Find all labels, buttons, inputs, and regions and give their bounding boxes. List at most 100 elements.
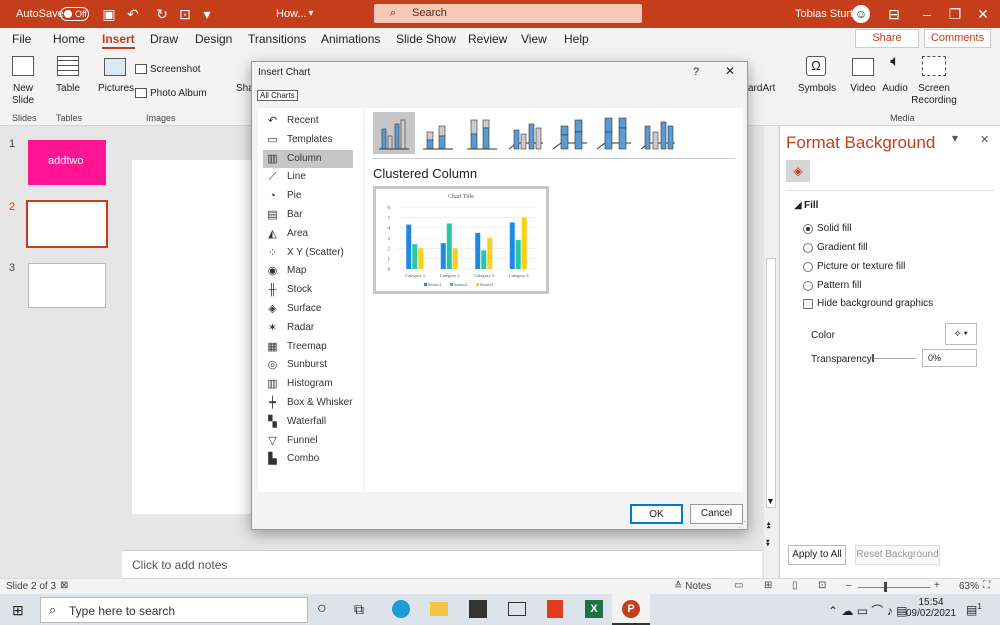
ribbon-display-icon[interactable]: ⊟: [885, 5, 903, 23]
save-icon[interactable]: ▣: [100, 5, 118, 23]
autosave-toggle[interactable]: Off: [60, 7, 89, 21]
fill-option-radio[interactable]: [803, 281, 813, 291]
tab-home[interactable]: Home: [53, 32, 85, 46]
transparency-slider[interactable]: [872, 358, 916, 359]
fill-option-radio[interactable]: [803, 243, 813, 253]
tab-help[interactable]: Help: [564, 32, 589, 46]
store-icon[interactable]: [469, 600, 487, 618]
fill-option-label[interactable]: Solid fill: [817, 223, 851, 234]
3d-100-stacked-column-option[interactable]: [593, 112, 635, 154]
table-button[interactable]: Table: [50, 83, 86, 95]
excel-icon[interactable]: X: [585, 600, 603, 618]
chart-category-radar[interactable]: ✶ Radar: [263, 319, 353, 337]
redo-icon[interactable]: ↻: [153, 5, 171, 23]
3d-stacked-column-option[interactable]: [549, 112, 591, 154]
tab-slide-show[interactable]: Slide Show: [396, 32, 456, 46]
slide-thumbnail-3[interactable]: [28, 263, 106, 308]
tab-insert[interactable]: Insert: [102, 32, 135, 49]
system-tray-icons[interactable]: ⌃ ☁ ▭ ⌒ ♪ ▤: [828, 602, 907, 619]
scroll-down-icon[interactable]: ▼: [766, 496, 775, 506]
chart-category-funnel[interactable]: ▽ Funnel: [263, 432, 353, 450]
slide-thumbnail-1[interactable]: addtwo: [28, 140, 106, 185]
chart-category-map[interactable]: ◉ Map: [263, 262, 353, 280]
clustered-column-option[interactable]: [373, 112, 415, 154]
chart-category-area[interactable]: ◭ Area: [263, 225, 353, 243]
zoom-level[interactable]: 63%: [959, 581, 979, 592]
chart-preview-thumbnail[interactable]: Chart Title 0 1 2 3 4 5 6 Category 1 Category 2 Ca…: [373, 186, 549, 294]
scrollbar-thumb[interactable]: [766, 258, 776, 508]
office-icon[interactable]: [547, 600, 563, 618]
share-button[interactable]: Share: [855, 29, 919, 48]
fill-option-label[interactable]: Gradient fill: [817, 242, 868, 253]
chart-category-histogram[interactable]: ▥ Histogram: [263, 375, 353, 393]
task-view-icon[interactable]: ⧉: [354, 601, 364, 618]
mail-icon[interactable]: [508, 602, 526, 616]
tab-design[interactable]: Design: [195, 32, 232, 46]
cortana-icon[interactable]: ○: [317, 600, 327, 618]
avatar[interactable]: ☺: [852, 5, 870, 23]
chart-category-column[interactable]: ▥ Column: [263, 149, 353, 168]
previous-slide-icon[interactable]: ⏫︎: [766, 520, 771, 531]
tab-review[interactable]: Review: [468, 32, 507, 46]
close-icon[interactable]: ✕: [974, 5, 992, 23]
pictures-button[interactable]: Pictures: [96, 83, 136, 95]
audio-button[interactable]: Audio: [880, 83, 910, 95]
transparency-slider-handle[interactable]: [872, 354, 874, 362]
resize-grip[interactable]: ⋰: [738, 520, 746, 529]
3d-clustered-column-option[interactable]: [505, 112, 547, 154]
edge-icon[interactable]: [392, 600, 410, 618]
color-picker[interactable]: ⟡ ▾: [945, 323, 977, 345]
slide-sorter-icon[interactable]: ⊞: [764, 580, 772, 591]
fill-option-label[interactable]: Picture or texture fill: [817, 261, 905, 272]
restore-icon[interactable]: ❐: [946, 5, 964, 23]
title-dropdown-icon[interactable]: ▾: [302, 5, 320, 23]
fill-option-radio[interactable]: [803, 224, 813, 234]
present-icon[interactable]: ⊡: [176, 5, 194, 23]
ok-button[interactable]: OK: [630, 504, 683, 524]
zoom-out-icon[interactable]: –: [846, 580, 852, 591]
user-name[interactable]: Tobias Sturt: [795, 8, 853, 20]
zoom-slider-handle[interactable]: [884, 582, 887, 592]
notes-pane[interactable]: Click to add notes: [122, 550, 762, 578]
slide-thumbnail-2[interactable]: [26, 200, 108, 248]
chart-category-bar[interactable]: ▤ Bar: [263, 206, 353, 224]
reading-view-icon[interactable]: ▯: [792, 580, 798, 591]
tab-file[interactable]: File: [12, 32, 31, 46]
new-slide-button[interactable]: New Slide: [4, 83, 42, 107]
fill-bucket-icon[interactable]: ◈: [786, 160, 810, 182]
chart-category-sunburst[interactable]: ◎ Sunburst: [263, 356, 353, 374]
chart-category-box-whisker[interactable]: ┿ Box & Whisker: [263, 394, 353, 412]
customize-icon[interactable]: ▾: [198, 5, 216, 23]
tab-all-charts[interactable]: All Charts: [257, 90, 298, 101]
chart-category-templates[interactable]: ▭ Templates: [263, 131, 353, 149]
apply-to-all-button[interactable]: Apply to All: [788, 545, 846, 565]
tab-view[interactable]: View: [521, 32, 547, 46]
file-explorer-icon[interactable]: [430, 602, 448, 616]
reset-background-button[interactable]: Reset Background: [855, 545, 940, 565]
chart-category-waterfall[interactable]: ▚ Waterfall: [263, 413, 353, 431]
cancel-button[interactable]: Cancel: [690, 504, 743, 524]
fit-slide-icon[interactable]: ⛶: [983, 580, 990, 591]
pane-options-icon[interactable]: ▾: [952, 131, 958, 145]
tab-animations[interactable]: Animations: [321, 32, 380, 46]
chart-category-pie[interactable]: ◔ Pie: [263, 187, 353, 205]
photo-album-button[interactable]: Photo Album: [150, 88, 207, 100]
normal-view-icon[interactable]: ▭: [734, 580, 743, 591]
comments-button[interactable]: Comments: [924, 29, 991, 48]
chart-category-treemap[interactable]: ▦ Treemap: [263, 338, 353, 356]
clock[interactable]: 15:54 09/02/2021: [906, 597, 956, 619]
collapse-icon[interactable]: ◢: [794, 200, 802, 211]
slide-scrollbar[interactable]: ▼ ⏫︎ ⏬︎: [764, 126, 778, 578]
transparency-input[interactable]: 0%: [922, 349, 977, 367]
screen-recording-button[interactable]: Screen Recording: [910, 83, 958, 107]
slideshow-icon[interactable]: ⊡: [818, 580, 826, 591]
fill-option-radio[interactable]: [803, 262, 813, 272]
accessibility-icon[interactable]: ⊠: [60, 580, 68, 591]
slide-canvas[interactable]: [132, 160, 252, 514]
chart-category-line[interactable]: ⟋ Line: [263, 168, 353, 186]
screenshot-button[interactable]: Screenshot: [150, 64, 201, 76]
powerpoint-taskbar-button[interactable]: P: [612, 594, 650, 625]
notifications-icon[interactable]: ▤1: [966, 602, 982, 617]
windows-start-icon[interactable]: ⊞: [12, 602, 24, 619]
chart-category-combo[interactable]: ▙ Combo: [263, 450, 353, 468]
